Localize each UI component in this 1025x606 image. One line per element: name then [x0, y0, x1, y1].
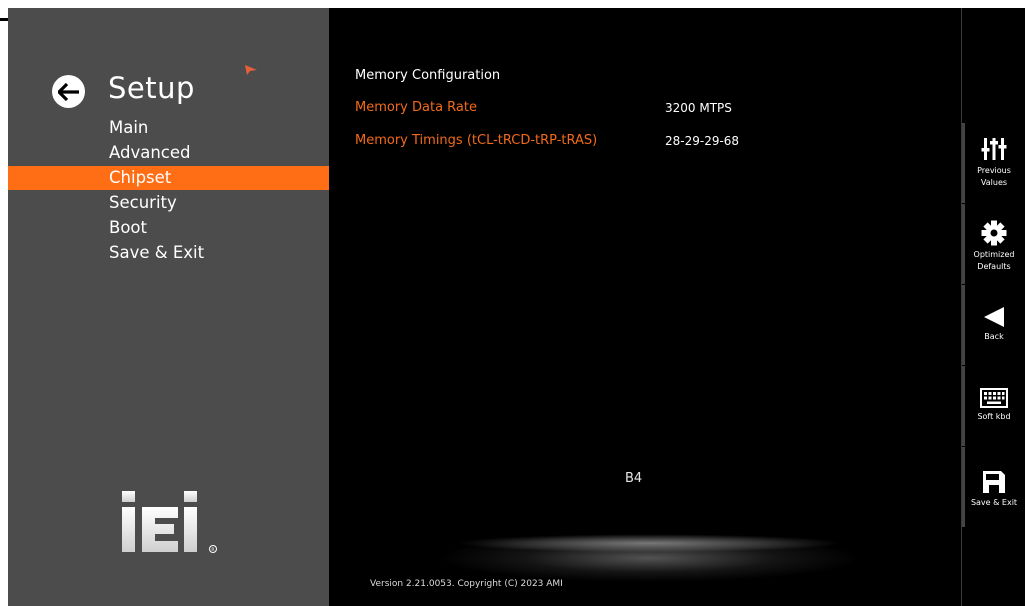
sidebar-item-boot[interactable]: Boot: [8, 216, 329, 240]
keyboard-icon: [980, 388, 1008, 408]
screen-corner-mark: [0, 18, 8, 21]
back-triangle-icon: [984, 307, 1004, 327]
previous-values-button[interactable]: Previous Values: [962, 136, 1025, 189]
sidebar: Setup Main Advanced Chipset Security Boo…: [8, 8, 329, 606]
right-toolbar: Previous Values Optimized Defaults Back …: [961, 8, 1025, 606]
setup-title: Setup: [108, 71, 195, 105]
memory-data-rate-value: 3200 MTPS: [665, 101, 732, 115]
iei-logo: R: [122, 491, 217, 553]
arrow-left-icon: [57, 82, 79, 101]
save-exit-button[interactable]: Save & Exit: [962, 470, 1025, 509]
mouse-pointer-icon: [245, 65, 257, 75]
save-exit-label: Save & Exit: [970, 498, 1018, 507]
sidebar-item-save-exit[interactable]: Save & Exit: [8, 241, 329, 265]
post-code: B4: [625, 471, 643, 486]
back-button[interactable]: Back: [962, 306, 1025, 343]
bios-screen: Setup Main Advanced Chipset Security Boo…: [8, 8, 1025, 606]
floppy-disk-icon: [983, 471, 1005, 493]
soft-keyboard-button[interactable]: Soft kbd: [962, 388, 1025, 423]
back-arrow-button[interactable]: [52, 75, 85, 108]
sidebar-item-main[interactable]: Main: [8, 116, 329, 140]
optimized-defaults-button[interactable]: Optimized Defaults: [962, 220, 1025, 273]
memory-data-rate-label[interactable]: Memory Data Rate: [355, 100, 477, 115]
soft-keyboard-label: Soft kbd: [977, 412, 1011, 421]
optimized-defaults-label-line2: Defaults: [977, 262, 1011, 271]
back-label: Back: [984, 332, 1004, 341]
previous-values-label-line2: Values: [980, 178, 1008, 187]
gear-icon: [981, 220, 1007, 246]
sidebar-item-chipset[interactable]: Chipset: [8, 166, 329, 190]
memory-timings-value: 28-29-29-68: [665, 134, 740, 148]
optimized-defaults-label: Optimized Defaults: [974, 249, 1015, 273]
optimized-defaults-label-line1: Optimized: [973, 250, 1015, 259]
svg-text:R: R: [211, 547, 214, 553]
sidebar-item-security[interactable]: Security: [8, 191, 329, 215]
sliders-icon: [981, 138, 1007, 160]
previous-values-label: Previous Values: [977, 165, 1011, 189]
previous-values-label-line1: Previous: [977, 166, 1011, 175]
sidebar-item-advanced[interactable]: Advanced: [8, 141, 329, 165]
memory-timings-label[interactable]: Memory Timings (tCL-tRCD-tRP-tRAS): [355, 133, 597, 148]
floor-glow-highlight: [409, 532, 889, 560]
section-title: Memory Configuration: [355, 68, 501, 83]
version-text: Version 2.21.0053. Copyright (C) 2023 AM…: [370, 579, 563, 589]
main-panel: Memory Configuration Memory Data Rate 32…: [329, 8, 961, 606]
